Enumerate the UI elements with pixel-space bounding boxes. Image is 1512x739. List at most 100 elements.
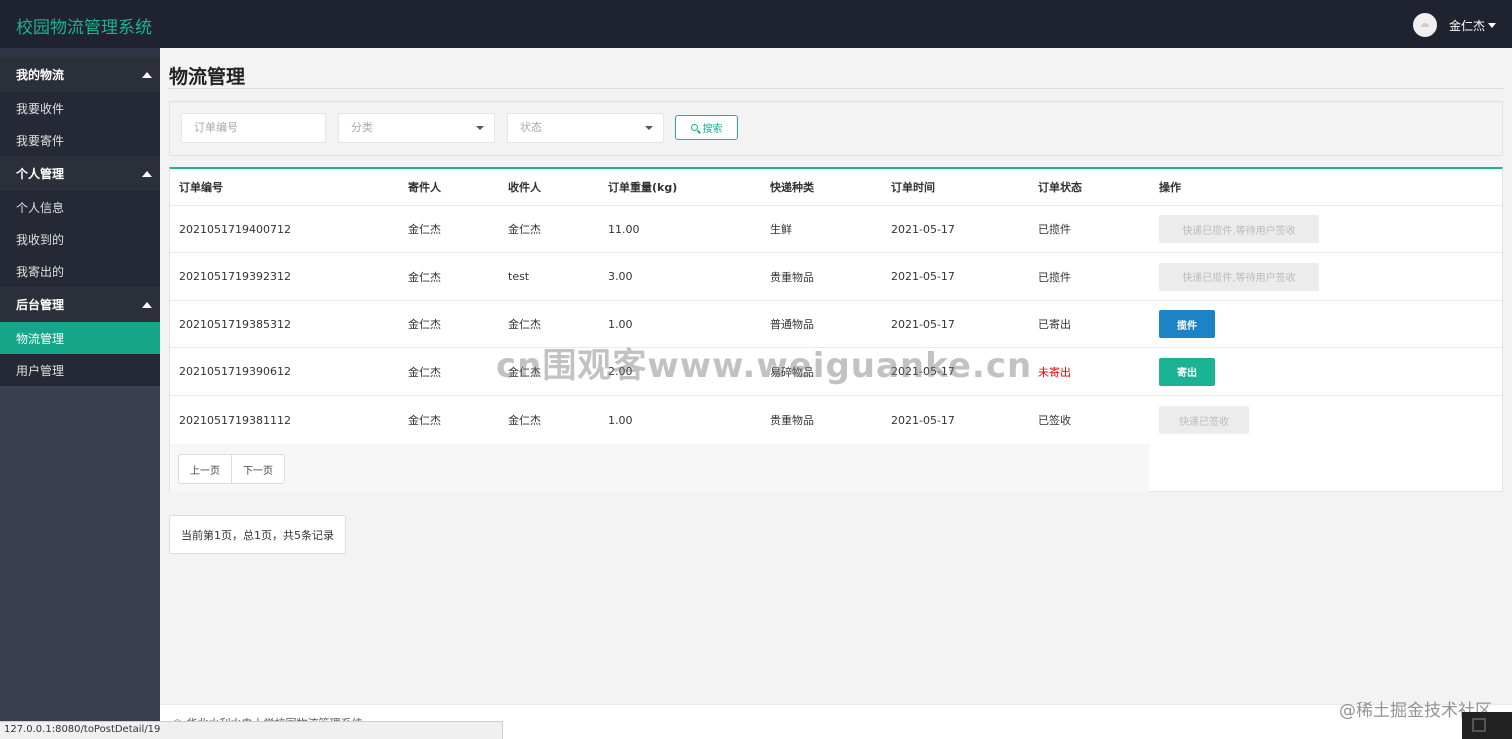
filter-panel: 订单编号 分类 状态 搜索 xyxy=(169,101,1503,156)
status-select[interactable]: 状态 xyxy=(507,113,664,143)
sidebar-group-label: 个人管理 xyxy=(16,167,65,181)
receiver-cell: 金仁杰 xyxy=(508,414,541,427)
sender-cell: 金仁杰 xyxy=(408,318,441,331)
weight-cell: 1.00 xyxy=(608,317,633,331)
sender-cell: 金仁杰 xyxy=(408,223,441,236)
user-menu[interactable]: 金仁杰 xyxy=(1412,13,1496,37)
pagination: 上一页 下一页 xyxy=(178,454,285,484)
column-header[interactable]: 订单状态 xyxy=(1038,169,1082,205)
order-number-cell: 2021051719392312 xyxy=(179,270,291,283)
main-content: 物流管理 订单编号 分类 状态 搜索 订单编号 寄件人 收件人 订单重量(kg)… xyxy=(160,48,1512,739)
category-select-label: 分类 xyxy=(351,121,373,134)
order-number-input[interactable]: 订单编号 xyxy=(181,113,326,143)
column-header[interactable]: 订单编号 xyxy=(179,169,223,205)
sidebar-item-send[interactable]: 我要寄件 xyxy=(0,124,160,156)
search-button-label: 搜索 xyxy=(702,124,723,135)
weight-cell: 3.00 xyxy=(608,270,633,283)
sender-cell: 金仁杰 xyxy=(408,365,441,379)
status-cell: 已寄出 xyxy=(1038,318,1071,331)
search-icon xyxy=(690,124,698,131)
picked-up-awaiting-signature-button[interactable]: 快递已揽件,等待用户签收 xyxy=(1159,215,1319,243)
weight-cell: 2.00 xyxy=(608,365,633,378)
sidebar-group-personal[interactable]: 个人管理 xyxy=(0,156,160,191)
table-row: 2021051719392312 金仁杰 test 3.00 贵重物品 2021… xyxy=(170,253,1502,301)
app-title[interactable]: 校园物流管理系统 xyxy=(16,13,152,38)
top-navbar: 校园物流管理系统 金仁杰 xyxy=(0,0,1512,48)
picked-up-awaiting-signature-button[interactable]: 快递已揽件,等待用户签收 xyxy=(1159,262,1319,291)
sidebar-item-user-management[interactable]: 用户管理 xyxy=(0,354,160,386)
corner-widget[interactable] xyxy=(1462,712,1512,739)
caret-down-icon xyxy=(476,126,484,130)
search-button[interactable]: 搜索 xyxy=(675,115,738,140)
table-row: 2021051719385312 金仁杰 金仁杰 1.00 普通物品 2021-… xyxy=(170,301,1502,348)
pickup-button[interactable]: 揽件 xyxy=(1159,310,1215,338)
sidebar-item-received[interactable]: 我收到的 xyxy=(0,223,160,255)
date-cell: 2021-05-17 xyxy=(891,317,955,331)
column-header[interactable]: 收件人 xyxy=(508,169,541,205)
type-cell: 贵重物品 xyxy=(770,414,814,427)
receiver-cell: 金仁杰 xyxy=(508,365,541,379)
play-icon xyxy=(1472,718,1486,732)
sidebar-item-profile[interactable]: 个人信息 xyxy=(0,191,160,223)
receiver-cell: 金仁杰 xyxy=(508,223,541,236)
sidebar-group-my-logistics[interactable]: 我的物流 xyxy=(0,57,160,92)
table-header-row: 订单编号 寄件人 收件人 订单重量(kg) 快递种类 订单时间 订单状态 操作 xyxy=(170,169,1502,206)
send-out-button[interactable]: 寄出 xyxy=(1159,357,1215,386)
caret-down-icon xyxy=(645,126,653,130)
action-cell: 揽件 xyxy=(1159,301,1215,347)
sidebar-top-spacer xyxy=(0,48,160,57)
weight-cell: 1.00 xyxy=(608,413,633,427)
status-cell: 已揽件 xyxy=(1038,223,1071,236)
column-header[interactable]: 订单时间 xyxy=(891,169,935,205)
divider xyxy=(169,88,1503,89)
table-row: 2021051719400712 金仁杰 金仁杰 11.00 生鲜 2021-0… xyxy=(170,206,1502,253)
sidebar-group-admin[interactable]: 后台管理 xyxy=(0,287,160,322)
type-cell: 贵重物品 xyxy=(770,270,814,284)
chevron-up-icon xyxy=(142,170,152,177)
receiver-cell: 金仁杰 xyxy=(508,318,541,331)
column-header[interactable]: 快递种类 xyxy=(770,169,814,205)
order-number-cell: 2021051719381112 xyxy=(179,413,291,427)
avatar[interactable] xyxy=(1412,13,1437,37)
chevron-up-icon xyxy=(142,301,152,308)
date-cell: 2021-05-17 xyxy=(891,270,955,283)
action-cell: 快递已揽件,等待用户签收 xyxy=(1159,253,1319,300)
type-cell: 易碎物品 xyxy=(770,365,814,379)
date-cell: 2021-05-17 xyxy=(891,222,955,236)
date-cell: 2021-05-17 xyxy=(891,413,955,427)
status-cell: 未寄出 xyxy=(1038,365,1071,379)
user-name[interactable]: 金仁杰 xyxy=(1449,17,1485,34)
status-cell: 已揽件 xyxy=(1038,270,1071,284)
weight-cell: 11.00 xyxy=(608,222,640,236)
status-select-label: 状态 xyxy=(520,121,542,134)
record-summary: 当前第1页，总1页，共5条记录 xyxy=(169,515,346,554)
table-row: 2021051719381112 金仁杰 金仁杰 1.00 贵重物品 2021-… xyxy=(170,396,1502,444)
table-row: 2021051719390612 金仁杰 金仁杰 2.00 易碎物品 2021-… xyxy=(170,348,1502,396)
type-cell: 普通物品 xyxy=(770,318,814,331)
order-number-cell: 2021051719390612 xyxy=(179,365,291,378)
sidebar-item-receive[interactable]: 我要收件 xyxy=(0,92,160,124)
sidebar: 我的物流 我要收件 我要寄件 个人管理 个人信息 我收到的 我寄出的 后台管理 … xyxy=(0,48,160,739)
receiver-cell: test xyxy=(508,270,530,283)
category-select[interactable]: 分类 xyxy=(338,113,495,143)
date-cell: 2021-05-17 xyxy=(891,365,955,378)
order-number-cell: 2021051719400712 xyxy=(179,222,291,236)
column-header[interactable]: 寄件人 xyxy=(408,169,441,205)
sender-cell: 金仁杰 xyxy=(408,270,441,284)
prev-page-button[interactable]: 上一页 xyxy=(179,455,231,483)
chevron-down-icon[interactable] xyxy=(1488,22,1496,28)
column-header[interactable]: 操作 xyxy=(1159,169,1181,205)
next-page-button[interactable]: 下一页 xyxy=(231,455,284,483)
action-cell: 快递已签收 xyxy=(1159,396,1249,444)
sidebar-item-sent[interactable]: 我寄出的 xyxy=(0,255,160,287)
sidebar-item-logistics-management[interactable]: 物流管理 xyxy=(0,322,160,354)
type-cell: 生鲜 xyxy=(770,223,792,236)
status-cell: 已签收 xyxy=(1038,414,1071,427)
signed-status-button[interactable]: 快递已签收 xyxy=(1159,406,1249,434)
sidebar-group-label: 我的物流 xyxy=(16,68,65,82)
browser-status-url: 127.0.0.1:8080/toPostDetail/19 xyxy=(0,721,503,739)
sender-cell: 金仁杰 xyxy=(408,414,441,427)
page-title: 物流管理 xyxy=(169,66,246,88)
action-cell: 快递已揽件,等待用户签收 xyxy=(1159,206,1319,252)
column-header[interactable]: 订单重量(kg) xyxy=(608,169,677,205)
